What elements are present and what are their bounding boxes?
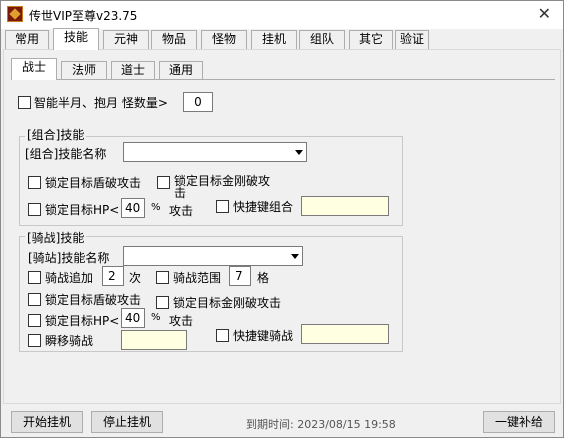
tab-team[interactable]: 组队 — [299, 30, 345, 49]
app-logo-icon — [7, 6, 23, 22]
tab-items[interactable]: 物品 — [151, 30, 197, 49]
tab-other[interactable]: 其它 — [349, 30, 393, 49]
start-hangup-button[interactable]: 开始挂机 — [11, 411, 83, 433]
ride-hotkey-checkbox[interactable] — [216, 329, 229, 342]
ride-teleport-checkbox[interactable] — [28, 334, 41, 347]
smart-halfmoon-label: 智能半月、抱月 怪数量> — [34, 96, 168, 110]
ride-lock-diamond-checkbox[interactable] — [156, 296, 169, 309]
combo-hotkey-checkbox[interactable] — [216, 200, 229, 213]
ride-teleport-label: 瞬移骑战 — [45, 334, 94, 348]
subtab-taoist[interactable]: 道士 — [111, 61, 155, 79]
subtab-mage[interactable]: 法师 — [61, 61, 107, 79]
ride-extra-input[interactable]: 2 — [102, 266, 124, 286]
combo-hp-input[interactable]: 40 — [121, 198, 145, 218]
ride-skill-name-label: [骑站]技能名称 — [28, 251, 110, 265]
tab-monsters[interactable]: 怪物 — [201, 30, 247, 49]
combo-lock-hp-label: 锁定目标HP< — [45, 203, 120, 217]
window-title: 传世VIP至尊v23.75 — [29, 9, 138, 23]
combo-lock-shield-label: 锁定目标盾破攻击 — [45, 176, 142, 190]
tab-hangup[interactable]: 挂机 — [251, 30, 297, 49]
ride-range-checkbox[interactable] — [156, 271, 169, 284]
close-icon[interactable]: ✕ — [538, 4, 551, 23]
ride-times-label: 次 — [129, 271, 142, 285]
ride-attack-label: 攻击 — [169, 314, 194, 328]
ride-teleport-input[interactable] — [121, 330, 187, 350]
tab-yuanshen[interactable]: 元神 — [103, 30, 149, 49]
ride-lock-hp-label: 锁定目标HP< — [45, 314, 120, 328]
ride-percent-label: % — [151, 312, 161, 323]
combo-percent-label: % — [151, 202, 161, 213]
ride-lock-hp-checkbox[interactable] — [28, 314, 41, 327]
title-bar: 传世VIP至尊v23.75 ✕ — [1, 1, 563, 29]
combo-hotkey-label: 快捷键组合 — [233, 200, 294, 214]
subtab-divider — [11, 79, 555, 80]
combo-lock-diamond-checkbox[interactable] — [157, 176, 170, 189]
combo-lock-diamond-label: 锁定目标金刚破攻 — [174, 174, 271, 188]
ride-hotkey-label: 快捷键骑战 — [233, 329, 294, 343]
combo-lock-hp-checkbox[interactable] — [28, 203, 41, 216]
ride-lock-shield-checkbox[interactable] — [28, 293, 41, 306]
stop-hangup-button[interactable]: 停止挂机 — [91, 411, 163, 433]
ride-range-input[interactable]: 7 — [229, 266, 251, 286]
subtab-general[interactable]: 通用 — [159, 61, 203, 79]
ride-grid-label: 格 — [257, 271, 270, 285]
tab-verify[interactable]: 验证 — [395, 30, 429, 49]
chevron-down-icon — [291, 254, 299, 259]
ride-hp-input[interactable]: 40 — [121, 308, 145, 328]
combo-skill-name-label: [组合]技能名称 — [25, 147, 107, 161]
tab-common[interactable]: 常用 — [5, 30, 49, 49]
combo-lock-diamond-label-wrap: 击 — [174, 186, 187, 200]
combo-attack-label: 攻击 — [169, 204, 194, 218]
combo-skill-group-title: [组合]技能 — [25, 126, 87, 143]
ride-skill-select[interactable] — [123, 246, 303, 266]
ride-lock-shield-label: 锁定目标盾破攻击 — [45, 293, 142, 307]
one-click-supply-button[interactable]: 一键补给 — [483, 411, 555, 433]
ride-extra-label: 骑战追加 — [45, 271, 94, 285]
ride-range-label: 骑战范围 — [173, 271, 222, 285]
chevron-down-icon — [295, 150, 303, 155]
ride-extra-checkbox[interactable] — [28, 271, 41, 284]
ride-hotkey-input[interactable] — [301, 324, 389, 344]
combo-lock-shield-checkbox[interactable] — [28, 176, 41, 189]
subtab-warrior[interactable]: 战士 — [11, 58, 57, 80]
tab-skills[interactable]: 技能 — [53, 28, 99, 50]
ride-lock-diamond-label: 锁定目标金刚破攻击 — [173, 296, 282, 310]
ride-skill-group-title: [骑战]技能 — [25, 229, 87, 246]
app-window: 传世VIP至尊v23.75 ✕ 常用 技能 元神 物品 怪物 挂机 组队 其它 … — [0, 0, 564, 438]
smart-halfmoon-checkbox[interactable] — [18, 96, 31, 109]
combo-hotkey-input[interactable] — [301, 196, 389, 216]
monster-count-input[interactable]: 0 — [183, 92, 213, 112]
combo-skill-select[interactable] — [123, 142, 307, 162]
expire-time-text: 到期时间: 2023/08/15 19:58 — [246, 418, 396, 431]
